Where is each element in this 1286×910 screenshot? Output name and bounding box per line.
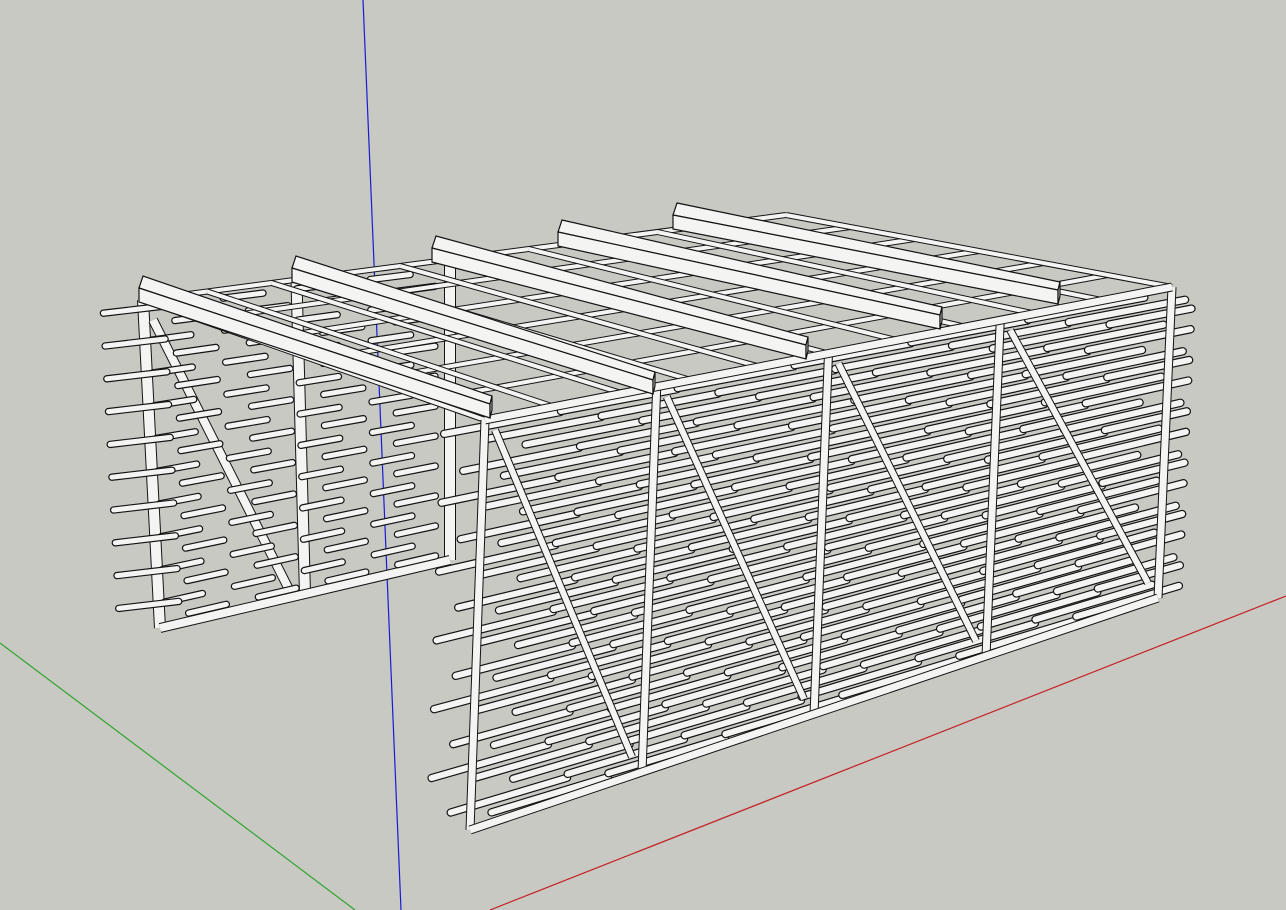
rear-slat-face <box>295 312 340 323</box>
rear-slat-face <box>321 416 366 428</box>
rear-slat-end-face <box>102 336 168 349</box>
rear-slat-face <box>223 353 268 365</box>
rear-slat-face <box>226 448 271 461</box>
rear-slat-end-face <box>116 598 182 611</box>
model-canvas[interactable] <box>0 0 1286 910</box>
rear-slat-face <box>369 392 414 405</box>
rear-slat-face <box>225 417 270 429</box>
rear-slat-face <box>224 385 269 397</box>
rear-slat-end-face <box>106 402 172 415</box>
rear-slat-face <box>250 428 295 441</box>
rear-brace-face <box>149 318 295 595</box>
rear-slat-face <box>321 385 366 397</box>
rear-slat-face <box>173 344 219 356</box>
green-axis-line <box>0 642 356 910</box>
rear-slat-end-face <box>114 566 180 579</box>
rear-slat-face <box>247 365 293 377</box>
rear-slat-end-face <box>112 533 178 546</box>
rear-slat-face <box>322 446 367 460</box>
rear-slat-face <box>249 397 294 409</box>
rear-slat-end-face <box>109 467 175 480</box>
rear-slat-end-face <box>104 369 170 382</box>
rear-slat-face <box>176 409 222 421</box>
rear-slat-face <box>179 473 224 486</box>
rear-slat-end-face <box>107 434 173 447</box>
rear-slat-face <box>393 433 438 446</box>
rear-slat-face <box>370 422 414 435</box>
rear-slat-end-face <box>111 500 177 513</box>
rear-slat-face <box>296 374 341 386</box>
sketchup-3d-viewport[interactable] <box>0 0 1286 910</box>
rear-slat-face <box>251 460 295 473</box>
rear-slat-face <box>393 403 438 416</box>
